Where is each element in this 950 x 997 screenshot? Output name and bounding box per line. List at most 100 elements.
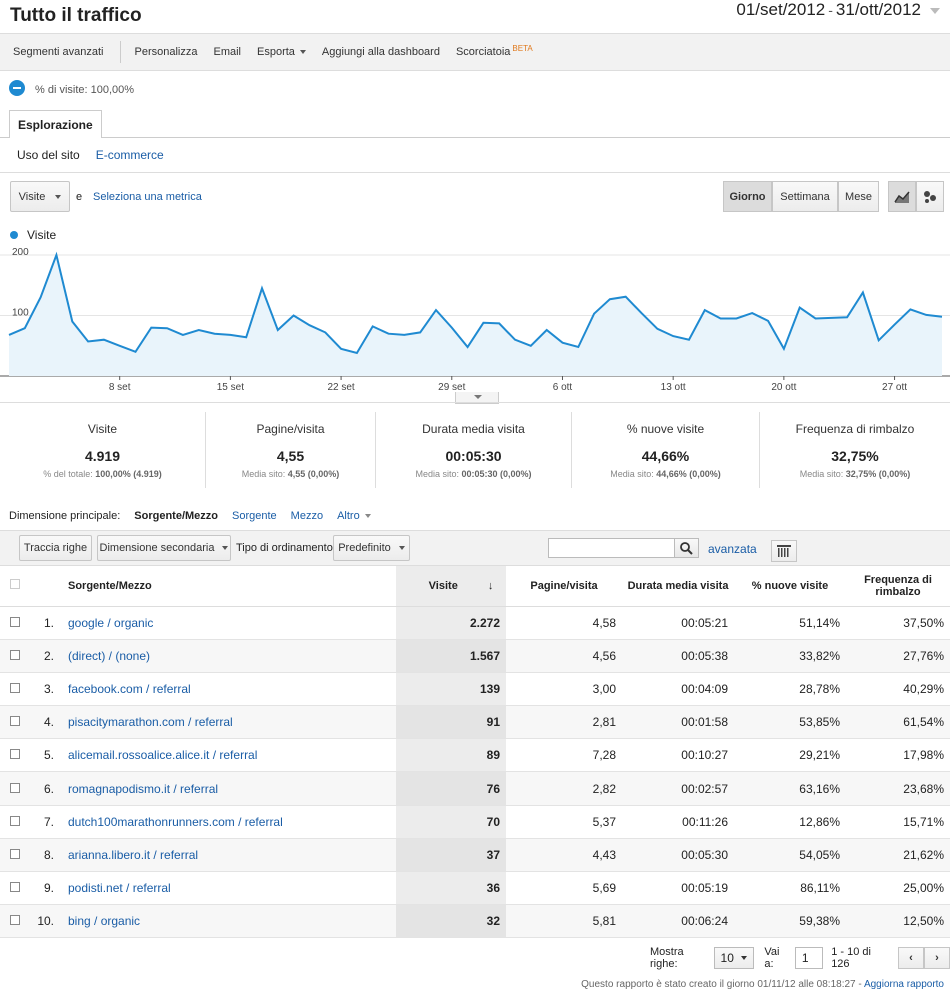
customize-button[interactable]: Personalizza <box>135 46 198 58</box>
date-end: 31/ott/2012 <box>835 0 921 19</box>
row-bounce-rate: 23,68% <box>846 771 950 806</box>
goto-page-input[interactable]: 1 <box>794 947 824 969</box>
sort-arrow-down-icon: ↓ <box>487 579 494 592</box>
row-source-medium-link[interactable]: alicemail.rossoalice.alice.it / referral <box>62 738 396 773</box>
chevron-down-icon <box>741 956 748 960</box>
table-header-row: Sorgente/Mezzo Visite ↓ Pagine/visita Dur… <box>0 566 950 607</box>
refresh-report-link[interactable]: Aggiorna rapporto <box>864 979 944 990</box>
rows-per-page-select[interactable]: 10 <box>713 947 755 969</box>
track-rows-button[interactable]: Traccia righe <box>19 535 92 561</box>
period-week-button[interactable]: Settimana <box>772 181 838 212</box>
dimension-medium[interactable]: Mezzo <box>291 510 323 522</box>
dimension-source-medium[interactable]: Sorgente/Mezzo <box>134 510 218 522</box>
export-button[interactable]: Esporta <box>257 46 306 58</box>
table-row: 9. podisti.net / referral 36 5,69 00:05:19 86… <box>0 871 950 906</box>
header-visits[interactable]: Visite ↓ <box>396 566 506 607</box>
date-range-picker[interactable]: 01/set/2012 - 31/ott/2012 <box>736 0 940 20</box>
header-bounce-rate[interactable]: Frequenza di rimbalzo <box>846 566 950 607</box>
motion-chart-icon[interactable] <box>916 181 944 212</box>
row-source-medium-link[interactable]: google / organic <box>62 606 396 640</box>
summary-value: 44,66% <box>641 448 690 464</box>
summary-sub-value: 44,66% (0,00%) <box>656 469 721 479</box>
row-checkbox[interactable] <box>0 805 30 839</box>
summary-sub: Media sito: 32,75% (0,00%) <box>760 469 950 479</box>
add-to-dashboard-button[interactable]: Aggiungi alla dashboard <box>322 46 440 58</box>
dimension-source[interactable]: Sorgente <box>232 510 277 522</box>
row-index: 7. <box>30 805 62 839</box>
row-checkbox[interactable] <box>0 871 30 906</box>
table-row: 1. google / organic 2.272 4,58 00:05:21 51,14… <box>0 606 950 640</box>
sort-type-dropdown[interactable]: Predefinito <box>333 535 410 561</box>
summary-value: 32,75% <box>831 448 879 464</box>
pivot-view-icon[interactable] <box>771 540 797 562</box>
header-avg-duration[interactable]: Durata media visita <box>622 566 734 607</box>
email-button[interactable]: Email <box>213 46 241 58</box>
row-checkbox[interactable] <box>0 639 30 673</box>
row-source-medium-link[interactable]: podisti.net / referral <box>62 871 396 906</box>
subtab-ecommerce[interactable]: E-commerce <box>96 148 164 162</box>
row-index: 4. <box>30 705 62 740</box>
show-rows-label: Mostra righe: <box>650 946 684 970</box>
header-new-visits[interactable]: % nuove visite <box>734 566 846 607</box>
line-chart-icon[interactable] <box>888 181 916 212</box>
goto-label: Vai a: <box>764 946 780 970</box>
row-checkbox[interactable] <box>0 771 30 806</box>
row-new-visits: 53,85% <box>734 705 846 740</box>
row-source-medium-link[interactable]: (direct) / (none) <box>62 639 396 673</box>
header-source-medium[interactable]: Sorgente/Mezzo <box>62 566 396 607</box>
primary-dimension-label: Dimensione principale: <box>9 510 121 522</box>
x-tick-label: 8 set <box>109 382 131 393</box>
row-checkbox[interactable] <box>0 705 30 740</box>
primary-dimension-row: Dimensione principale: Sorgente/Mezzo So… <box>9 510 371 522</box>
advanced-filter-link[interactable]: avanzata <box>708 542 757 556</box>
row-bounce-rate: 12,50% <box>846 904 950 939</box>
summary-label: Frequenza di rimbalzo <box>795 422 915 436</box>
row-bounce-rate: 40,29% <box>846 672 950 707</box>
row-checkbox[interactable] <box>0 606 30 640</box>
row-checkbox[interactable] <box>0 672 30 707</box>
chevron-down-icon <box>299 50 306 54</box>
header-pages-per-visit[interactable]: Pagine/visita <box>506 566 622 607</box>
row-avg-duration: 00:06:24 <box>622 904 734 939</box>
row-source-medium-link[interactable]: dutch100marathonrunners.com / referral <box>62 805 396 839</box>
row-pages-per-visit: 5,81 <box>506 904 622 939</box>
dimension-more-label: Altro <box>337 510 360 522</box>
tab-esplorazione[interactable]: Esplorazione <box>9 110 102 138</box>
dimension-more[interactable]: Altro <box>337 510 371 522</box>
row-new-visits: 28,78% <box>734 672 846 707</box>
select-metric-link[interactable]: Seleziona una metrica <box>93 191 202 203</box>
table-search-input[interactable] <box>548 538 675 558</box>
row-source-medium-link[interactable]: pisacitymarathon.com / referral <box>62 705 396 740</box>
select-all-checkbox[interactable] <box>0 566 30 607</box>
row-source-medium-link[interactable]: bing / organic <box>62 904 396 939</box>
secondary-dimension-dropdown[interactable]: Dimensione secondaria <box>97 535 231 561</box>
segment-pie-icon[interactable] <box>9 80 25 96</box>
row-checkbox[interactable] <box>0 738 30 773</box>
row-checkbox[interactable] <box>0 838 30 873</box>
x-tick-label: 6 ott <box>553 382 573 393</box>
row-pages-per-visit: 2,81 <box>506 705 622 740</box>
row-avg-duration: 00:11:26 <box>622 805 734 839</box>
row-bounce-rate: 25,00% <box>846 871 950 906</box>
row-checkbox[interactable] <box>0 904 30 939</box>
x-tick-label: 20 ott <box>771 382 796 393</box>
prev-page-icon[interactable]: ‹ <box>897 947 924 969</box>
next-page-icon[interactable]: › <box>923 947 950 969</box>
subtab-uso-del-sito[interactable]: Uso del sito <box>17 148 80 162</box>
row-source-medium-link[interactable]: facebook.com / referral <box>62 672 396 707</box>
row-source-medium-link[interactable]: arianna.libero.it / referral <box>62 838 396 873</box>
row-avg-duration: 00:05:19 <box>622 871 734 906</box>
metric-dropdown[interactable]: Visite <box>10 181 70 212</box>
period-month-button[interactable]: Mese <box>838 181 879 212</box>
row-visits: 36 <box>396 871 506 906</box>
period-day-button[interactable]: Giorno <box>723 181 772 212</box>
row-source-medium-link[interactable]: romagnapodismo.it / referral <box>62 771 396 806</box>
pagination: Mostra righe: 10 Vai a: 1 1 - 10 di 126 … <box>650 946 950 970</box>
search-icon[interactable] <box>674 538 699 558</box>
row-avg-duration: 00:05:21 <box>622 606 734 640</box>
row-index: 10. <box>30 904 62 939</box>
shortcut-button[interactable]: Scorciatoia BETA <box>456 44 533 59</box>
row-bounce-rate: 17,98% <box>846 738 950 773</box>
summary-label: % nuove visite <box>626 422 705 436</box>
advanced-segments-button[interactable]: Segmenti avanzati <box>13 46 104 58</box>
